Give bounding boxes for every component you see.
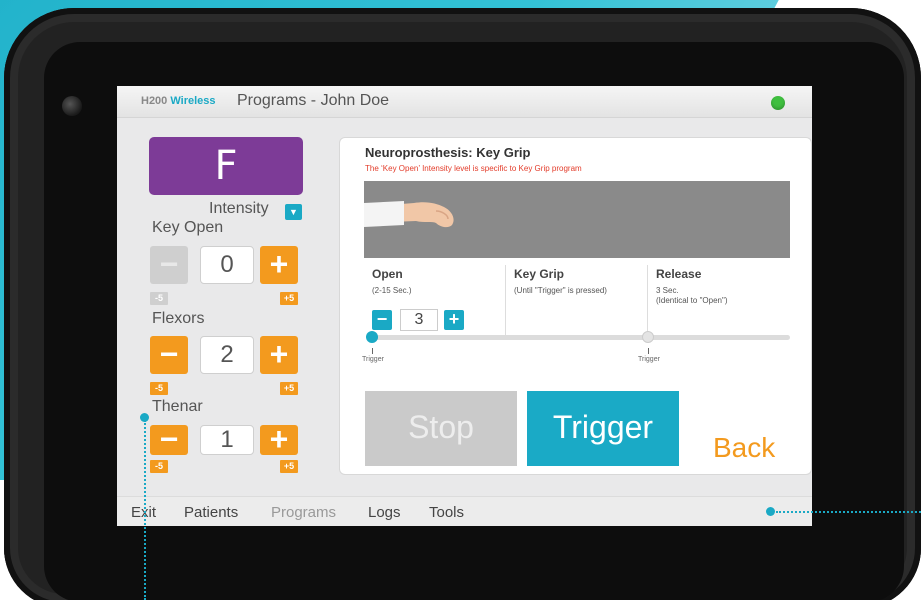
thenar-value: 1 [200, 425, 254, 455]
connection-status-icon [771, 96, 785, 110]
key-open-value: 0 [200, 246, 254, 284]
intensity-label: Intensity [209, 200, 269, 217]
flexors-min-tag: -5 [150, 382, 168, 395]
trigger-tick [372, 348, 373, 354]
timeline-trigger-knob[interactable] [642, 331, 654, 343]
key-open-increase-button[interactable]: + [260, 246, 298, 284]
flexors-max-tag: +5 [280, 382, 298, 395]
panel-note: The ‘Key Open’ Intensity level is specif… [365, 164, 582, 173]
hand-illustration [364, 181, 790, 258]
title-bar: H200 Wireless Programs - John Doe [117, 86, 812, 118]
thenar-min-tag: -5 [150, 460, 168, 473]
open-increase-button[interactable]: + [444, 310, 464, 330]
menu-programs[interactable]: Programs [271, 504, 336, 521]
camera-icon [62, 96, 82, 116]
callout-line [144, 420, 146, 600]
trigger-marker-label: Trigger [362, 356, 384, 363]
open-seconds-value: 3 [400, 309, 438, 331]
key-open-max-tag: +5 [280, 292, 298, 305]
phase-release: Release 3 Sec. (Identical to "Open") [648, 265, 790, 335]
menu-logs[interactable]: Logs [368, 504, 401, 521]
hand-icon [364, 201, 454, 228]
back-button[interactable]: Back [713, 432, 775, 464]
phase-desc: (Until "Trigger" is pressed) [514, 286, 607, 295]
flexors-label: Flexors [152, 310, 205, 327]
panel-title: Neuroprosthesis: Key Grip [365, 145, 531, 160]
thenar-max-tag: +5 [280, 460, 298, 473]
timeline-start-knob[interactable] [366, 331, 378, 343]
callout-line [776, 511, 921, 513]
phase-name: Key Grip [514, 267, 565, 281]
flexors-value: 2 [200, 336, 254, 374]
page-title: Programs - John Doe [237, 92, 390, 109]
thenar-increase-button[interactable]: + [260, 423, 298, 455]
phase-row: Open (2-15 Sec.) − 3 + Key Grip (Until "… [364, 265, 790, 335]
trigger-tick [648, 348, 649, 354]
callout-dot [766, 507, 775, 516]
menu-patients[interactable]: Patients [184, 504, 238, 521]
app-screen: H200 Wireless Programs - John Doe F Inte… [117, 86, 812, 526]
thenar-label: Thenar [152, 398, 203, 415]
bottom-menu: Exit Patients Programs Logs Tools [117, 496, 812, 526]
phase-desc: 3 Sec. (Identical to "Open") [656, 286, 728, 305]
intensity-dropdown-icon[interactable]: ▼ [285, 204, 302, 220]
brand-logo: H200 Wireless [141, 95, 216, 107]
key-open-min-tag: -5 [150, 292, 168, 305]
menu-tools[interactable]: Tools [429, 504, 464, 521]
program-letter-button[interactable]: F [149, 137, 303, 195]
stop-button[interactable]: Stop [365, 391, 517, 466]
phase-open: Open (2-15 Sec.) − 3 + [364, 265, 506, 335]
trigger-marker-label: Trigger [638, 356, 660, 363]
thenar-decrease-button[interactable]: − [150, 423, 188, 455]
phase-key-grip: Key Grip (Until "Trigger" is pressed) [506, 265, 648, 335]
phase-name: Release [656, 267, 702, 281]
phase-name: Open [372, 267, 403, 281]
trigger-button[interactable]: Trigger [527, 391, 679, 466]
key-open-label: Key Open [152, 219, 224, 236]
flexors-increase-button[interactable]: + [260, 336, 298, 374]
flexors-decrease-button[interactable]: − [150, 336, 188, 374]
phase-desc: (2-15 Sec.) [372, 286, 412, 295]
key-open-decrease-button[interactable]: − [150, 246, 188, 284]
timeline-track [370, 335, 790, 340]
open-decrease-button[interactable]: − [372, 310, 392, 330]
